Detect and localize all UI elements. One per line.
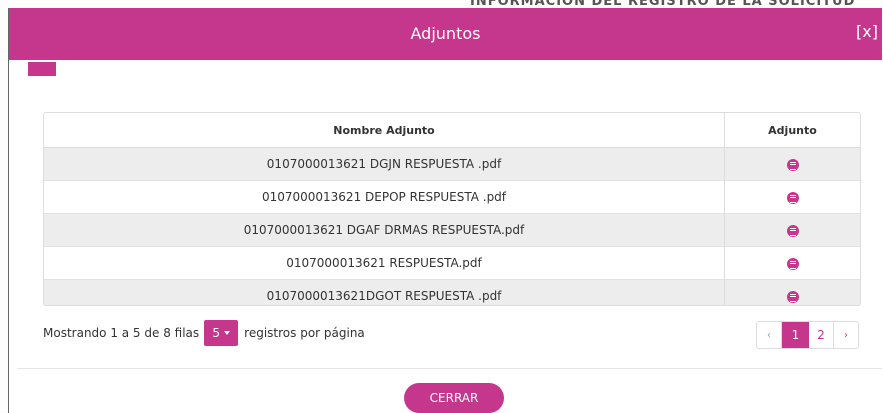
previous-page-button[interactable]: ‹ xyxy=(757,322,782,348)
modal-header: Adjuntos [x] xyxy=(9,8,882,60)
attachment-name: 0107000013621 RESPUESTA.pdf xyxy=(44,246,725,280)
table-row: 0107000013621 RESPUESTA.pdf xyxy=(44,246,860,280)
table-row: 0107000013621 DGAF DRMAS RESPUESTA.pdf xyxy=(44,213,860,247)
pdf-icon[interactable] xyxy=(786,158,799,171)
attachment-cell xyxy=(724,279,860,305)
pdf-icon[interactable] xyxy=(786,257,799,270)
attachment-cell xyxy=(724,147,860,181)
attachment-cell xyxy=(724,180,860,214)
pdf-icon[interactable] xyxy=(786,191,799,204)
attachment-name: 0107000013621 DGJN RESPUESTA .pdf xyxy=(44,147,725,181)
page-size-select[interactable]: 5 xyxy=(204,320,239,346)
pdf-icon[interactable] xyxy=(786,224,799,237)
footer-divider xyxy=(17,368,882,369)
column-header-attachment[interactable]: Adjunto xyxy=(724,113,860,148)
attachments-table: Nombre Adjunto Adjunto 0107000013621 DGJ… xyxy=(43,112,861,306)
modal-title: Adjuntos xyxy=(410,24,481,43)
close-button[interactable]: [x] xyxy=(856,22,878,41)
pdf-icon[interactable] xyxy=(786,290,799,303)
column-header-name[interactable]: Nombre Adjunto xyxy=(44,113,725,148)
pagination-info-prefix: Mostrando 1 a 5 de 8 filas xyxy=(43,326,200,340)
table-row: 0107000013621 DEPOP RESPUESTA .pdf xyxy=(44,180,860,214)
next-page-button[interactable]: › xyxy=(834,322,858,348)
table-row: 0107000013621 DGJN RESPUESTA .pdf xyxy=(44,147,860,181)
attachment-cell xyxy=(724,213,860,247)
pagination-info: Mostrando 1 a 5 de 8 filas 5 registros p… xyxy=(43,320,365,346)
attachment-name: 0107000013621 DEPOP RESPUESTA .pdf xyxy=(44,180,725,214)
tab-indicator xyxy=(28,62,56,76)
table-header-row: Nombre Adjunto Adjunto xyxy=(44,113,860,148)
page-2-button[interactable]: 2 xyxy=(809,322,834,348)
attachment-name: 0107000013621DGOT RESPUESTA .pdf xyxy=(44,279,725,305)
attachment-cell xyxy=(724,246,860,280)
page-1-button[interactable]: 1 xyxy=(782,322,809,348)
caret-down-icon xyxy=(223,331,230,335)
pagination-info-suffix: registros por página xyxy=(244,326,365,340)
attachments-modal: Adjuntos [x] Nombre Adjunto Adjunto 0107… xyxy=(8,8,882,413)
page-size-value: 5 xyxy=(212,326,220,340)
attachment-name: 0107000013621 DGAF DRMAS RESPUESTA.pdf xyxy=(44,213,725,247)
pagination: ‹ 1 2 › xyxy=(756,321,859,349)
close-modal-button[interactable]: CERRAR xyxy=(404,383,504,413)
table-row: 0107000013621DGOT RESPUESTA .pdf xyxy=(44,279,860,305)
